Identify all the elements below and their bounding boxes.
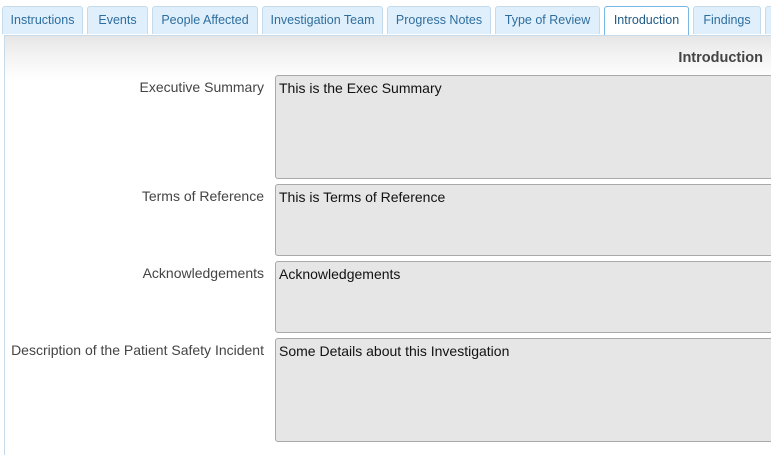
terms-of-reference-textarea[interactable] xyxy=(275,184,771,256)
terms-of-reference-label: Terms of Reference xyxy=(141,188,264,204)
tab-progress-notes[interactable]: Progress Notes xyxy=(387,6,491,34)
section-title: Introduction xyxy=(678,50,763,66)
tab-people-affected[interactable]: People Affected xyxy=(152,6,258,34)
tab-investigation-team[interactable]: Investigation Team xyxy=(262,6,383,34)
tab-introduction[interactable]: Introduction xyxy=(604,6,689,36)
tab-findings[interactable]: Findings xyxy=(693,6,761,34)
tab-instructions[interactable]: Instructions xyxy=(2,6,83,34)
tab-events[interactable]: Events xyxy=(87,6,148,34)
executive-summary-textarea[interactable] xyxy=(275,75,771,179)
executive-summary-label: Executive Summary xyxy=(139,79,264,95)
section-header: Introduction xyxy=(5,36,771,80)
acknowledgements-textarea[interactable] xyxy=(275,261,771,333)
acknowledgements-label: Acknowledgements xyxy=(142,265,264,281)
tab-overflow[interactable] xyxy=(765,6,771,34)
tab-type-of-review[interactable]: Type of Review xyxy=(495,6,600,34)
incident-description-label: Description of the Patient Safety Incide… xyxy=(11,342,264,358)
incident-description-textarea[interactable] xyxy=(275,338,771,442)
tab-bar: Instructions Events People Affected Inve… xyxy=(0,0,771,36)
